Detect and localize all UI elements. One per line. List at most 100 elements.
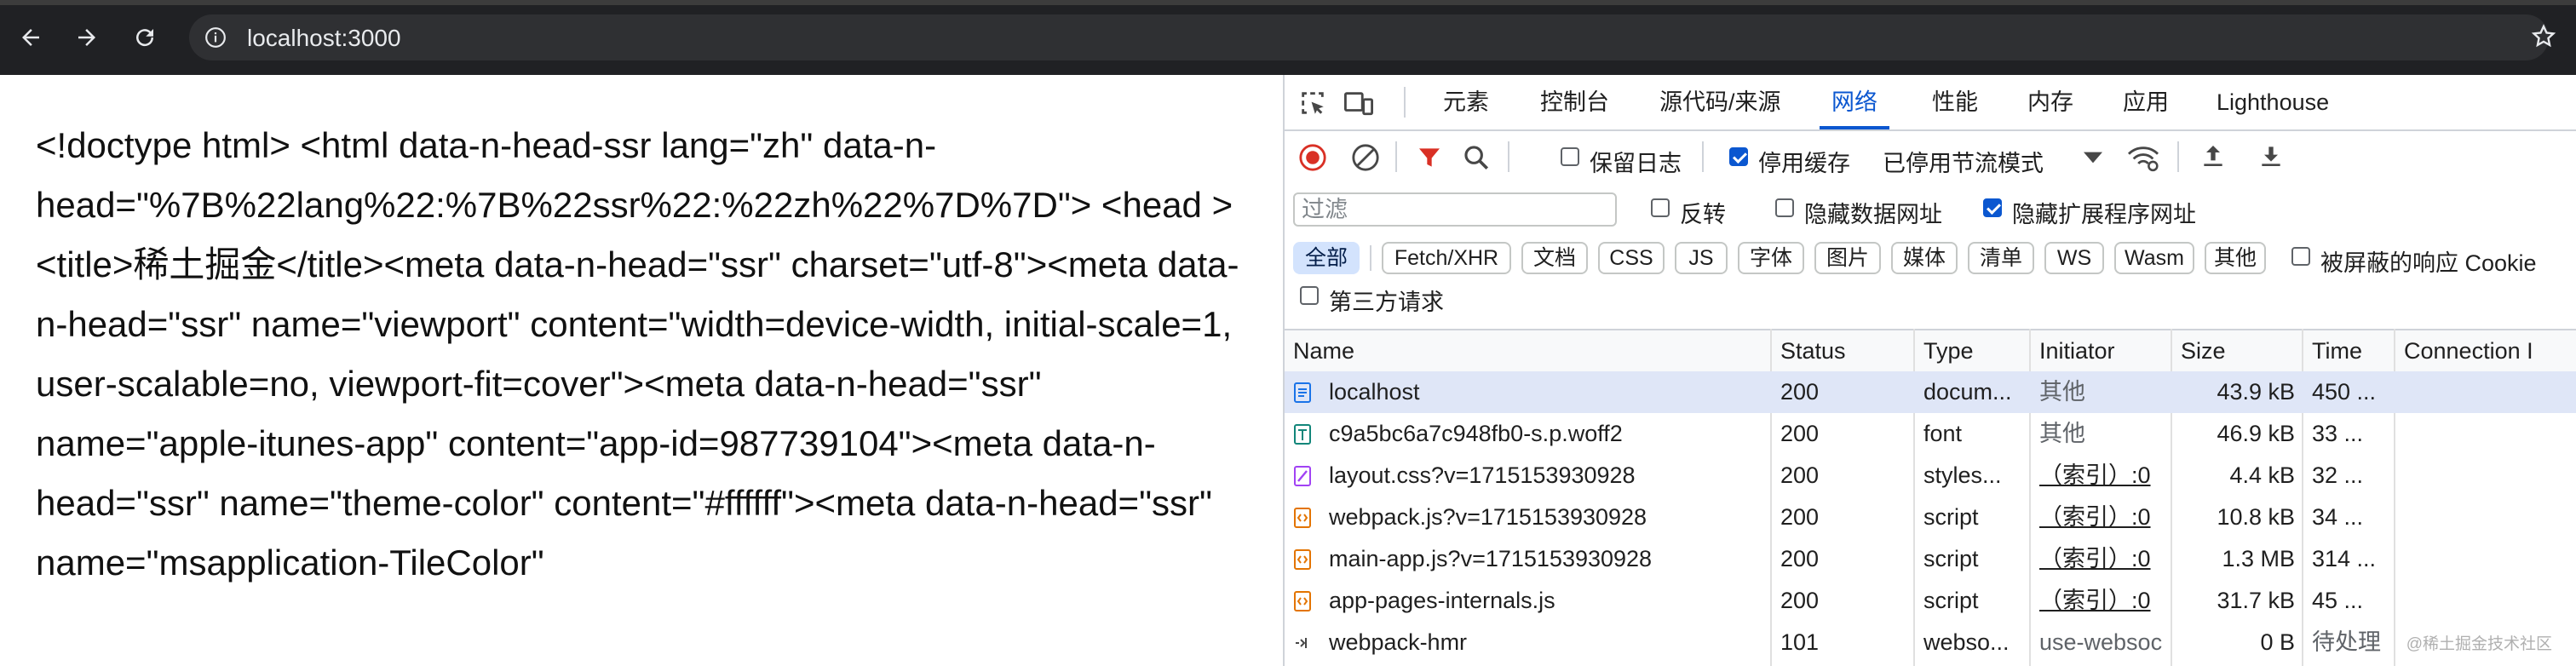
type-filter-all[interactable]: 全部	[1293, 242, 1360, 274]
type-filter-manifest[interactable]: 清单	[1968, 242, 2034, 274]
tab-lighthouse[interactable]: Lighthouse	[2217, 75, 2329, 129]
back-button[interactable]	[12, 19, 49, 56]
request-name: layout.css?v=1715153930928	[1329, 462, 1636, 488]
devtools-tab-bar: 元素 控制台 源代码/来源 网络 性能 内存 应用 Lighthouse	[1285, 75, 2576, 131]
column-time[interactable]: Time	[2312, 330, 2362, 371]
request-size: 0 B	[2260, 629, 2295, 655]
tab-performance[interactable]: 性能	[1932, 75, 1978, 129]
type-filter-img[interactable]: 图片	[1814, 242, 1881, 274]
type-filter-js[interactable]: JS	[1675, 242, 1728, 274]
type-filter-other[interactable]: 其他	[2205, 242, 2266, 274]
type-filter-fetch-xhr[interactable]: Fetch/XHR	[1382, 242, 1511, 274]
export-har-icon[interactable]	[2257, 141, 2285, 170]
tab-application[interactable]: 应用	[2123, 75, 2169, 129]
stop-recording-icon[interactable]	[1298, 143, 1327, 172]
tab-sources[interactable]: 源代码/来源	[1659, 75, 1781, 129]
hide-data-urls-checkbox[interactable]	[1775, 198, 1794, 217]
type-filter-css[interactable]: CSS	[1598, 242, 1665, 274]
request-size: 4.4 kB	[2229, 462, 2295, 488]
request-time: 待处理	[2312, 629, 2381, 655]
column-initiator[interactable]: Initiator	[2039, 330, 2115, 371]
invert-checkbox[interactable]	[1651, 198, 1670, 217]
font-file-icon	[1293, 424, 1312, 445]
request-row[interactable]: layout.css?v=1715153930928 200 styles... （索…	[1285, 455, 2576, 497]
request-row[interactable]: main-app.js?v=1715153930928 200 script （索引）…	[1285, 538, 2576, 580]
device-toolbar-icon[interactable]	[1343, 89, 1375, 118]
site-info-icon[interactable]	[204, 26, 227, 49]
blocked-cookies-label: 被屏蔽的响应 Cookie	[2320, 250, 2537, 276]
forward-button[interactable]	[68, 19, 106, 56]
column-type[interactable]: Type	[1923, 330, 1974, 371]
request-row[interactable]: c9a5bc6a7c948fb0-s.p.woff2 200 font 其他 46.9 …	[1285, 413, 2576, 455]
import-har-icon[interactable]	[2199, 141, 2227, 170]
request-status: 200	[1780, 588, 1820, 613]
type-filter-ws[interactable]: WS	[2044, 242, 2104, 274]
request-status: 200	[1780, 462, 1820, 488]
request-size: 46.9 kB	[2217, 421, 2295, 446]
request-size: 1.3 MB	[2222, 546, 2295, 571]
preserve-log-label: 保留日志	[1590, 151, 1682, 176]
request-time: 32 ...	[2312, 462, 2364, 488]
request-type: docum...	[1923, 379, 2012, 405]
inspect-element-icon[interactable]	[1298, 89, 1327, 118]
tab-elements[interactable]: 元素	[1443, 75, 1489, 129]
document-icon	[1293, 382, 1312, 403]
third-party-checkbox[interactable]	[1300, 286, 1319, 305]
tab-console[interactable]: 控制台	[1540, 75, 1609, 129]
column-size[interactable]: Size	[2181, 330, 2226, 371]
toolbar-divider	[1702, 141, 1704, 172]
tab-network[interactable]: 网络	[1820, 75, 1889, 129]
request-row[interactable]: app-pages-internals.js 200 script （索引）:0 31.…	[1285, 580, 2576, 622]
throttling-select[interactable]: 已停用节流模式	[1883, 145, 2044, 178]
network-conditions-icon[interactable]	[2126, 143, 2160, 172]
request-row[interactable]: webpack.js?v=1715153930928 200 script （索引）:…	[1285, 497, 2576, 538]
resource-type-filters: 全部 Fetch/XHR 文档 CSS JS 字体 图片 媒体 清单 WS Wa…	[1285, 233, 2576, 279]
preserve-log-checkbox[interactable]	[1561, 147, 1579, 166]
request-name: c9a5bc6a7c948fb0-s.p.woff2	[1329, 421, 1623, 446]
request-initiator[interactable]: （索引）:0	[2039, 455, 2165, 497]
type-filter-font[interactable]: 字体	[1738, 242, 1804, 274]
url-text: localhost:3000	[247, 25, 401, 51]
request-status: 200	[1780, 504, 1820, 530]
third-party-row: 第三方请求	[1285, 279, 2576, 317]
toolbar-divider	[2177, 141, 2179, 172]
script-icon	[1293, 591, 1312, 611]
browser-toolbar: localhost:3000	[0, 0, 2576, 75]
request-time: 314 ...	[2312, 546, 2377, 571]
page-viewport: <!doctype html> <html data-n-head-ssr la…	[0, 75, 1283, 666]
column-connection-id[interactable]: Connection I	[2404, 330, 2533, 371]
filter-funnel-icon[interactable]	[1416, 143, 1443, 172]
websocket-icon	[1293, 633, 1312, 653]
filter-input[interactable]: 过滤	[1293, 192, 1617, 227]
disable-cache-checkbox[interactable]	[1729, 147, 1748, 166]
type-filter-media[interactable]: 媒体	[1891, 242, 1958, 274]
back-arrow-icon	[22, 29, 39, 46]
requests-table-header: Name Status Type Initiator Size Time Con…	[1285, 329, 2576, 373]
request-initiator: use-websoc	[2039, 629, 2163, 655]
chevron-down-icon[interactable]	[2084, 152, 2102, 164]
script-icon	[1293, 508, 1312, 528]
address-bar[interactable]: localhost:3000	[189, 14, 2556, 60]
column-name[interactable]: Name	[1293, 330, 1354, 371]
toolbar-divider	[1395, 141, 1397, 172]
clear-icon[interactable]	[1351, 143, 1380, 172]
request-initiator[interactable]: （索引）:0	[2039, 538, 2165, 580]
request-row[interactable]: webpack-hmr 101 webso... use-websoc 0 B 待处理	[1285, 622, 2576, 663]
request-initiator[interactable]: （索引）:0	[2039, 580, 2165, 622]
tab-strip-edge	[0, 0, 2576, 5]
request-size: 43.9 kB	[2217, 379, 2295, 405]
search-icon[interactable]	[1462, 143, 1491, 172]
hide-extension-urls-checkbox[interactable]	[1983, 198, 2002, 217]
tab-memory[interactable]: 内存	[2027, 75, 2073, 129]
type-filter-wasm[interactable]: Wasm	[2114, 242, 2194, 274]
request-type: webso...	[1923, 629, 2010, 655]
request-status: 200	[1780, 421, 1820, 446]
hide-data-urls-label: 隐藏数据网址	[1804, 202, 1942, 227]
reload-button[interactable]	[126, 19, 164, 56]
request-initiator[interactable]: （索引）:0	[2039, 497, 2165, 538]
bookmark-star-icon[interactable]	[2530, 23, 2557, 50]
blocked-cookies-checkbox[interactable]	[2291, 247, 2310, 266]
column-status[interactable]: Status	[1780, 330, 1846, 371]
type-filter-doc[interactable]: 文档	[1521, 242, 1588, 274]
request-row[interactable]: localhost 200 docum... 其他 43.9 kB 450 ...	[1285, 371, 2576, 413]
